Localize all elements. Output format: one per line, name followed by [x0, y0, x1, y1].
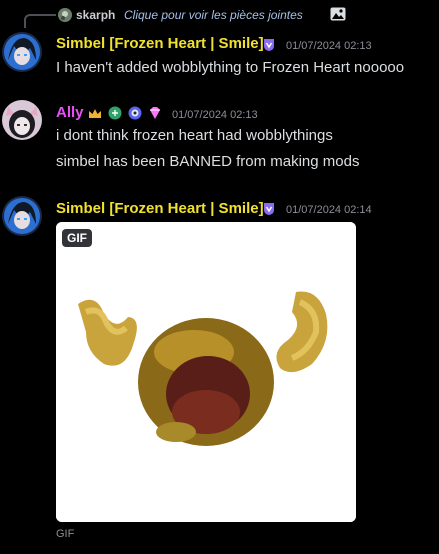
avatar[interactable] [2, 196, 42, 236]
image-icon [330, 7, 346, 21]
gif-attachment[interactable] [56, 222, 356, 522]
attachment-caption: GIF [56, 528, 75, 540]
message-text: i dont think frozen heart had wobblythin… [56, 127, 333, 144]
ring-badge-icon [128, 106, 142, 125]
crown-icon [88, 107, 102, 125]
reply-connector [24, 14, 56, 28]
reply-author[interactable]: skarph [76, 8, 115, 22]
message-text: simbel has been BANNED from making mods [56, 153, 360, 170]
role-shield-icon [262, 202, 276, 221]
role-shield-icon [262, 38, 276, 57]
avatar[interactable] [2, 100, 42, 140]
timestamp[interactable]: 01/07/2024 02:13 [172, 109, 258, 121]
gem-badge-icon [148, 106, 162, 125]
timestamp[interactable]: 01/07/2024 02:13 [286, 40, 372, 52]
timestamp[interactable]: 01/07/2024 02:14 [286, 204, 372, 216]
reply-avatar[interactable] [58, 8, 72, 22]
message-text: I haven't added wobblything to Frozen He… [56, 59, 405, 76]
avatar[interactable] [2, 32, 42, 72]
wobbly-character-image [56, 222, 356, 522]
reply-preview-link[interactable]: Clique pour voir les pièces jointes [124, 8, 303, 22]
green-badge-icon [108, 106, 122, 125]
gif-badge: GIF [62, 229, 92, 247]
author-name[interactable]: Ally [56, 104, 84, 121]
author-name[interactable]: Simbel [Frozen Heart | Smile] [56, 200, 264, 217]
author-name[interactable]: Simbel [Frozen Heart | Smile] [56, 35, 264, 52]
